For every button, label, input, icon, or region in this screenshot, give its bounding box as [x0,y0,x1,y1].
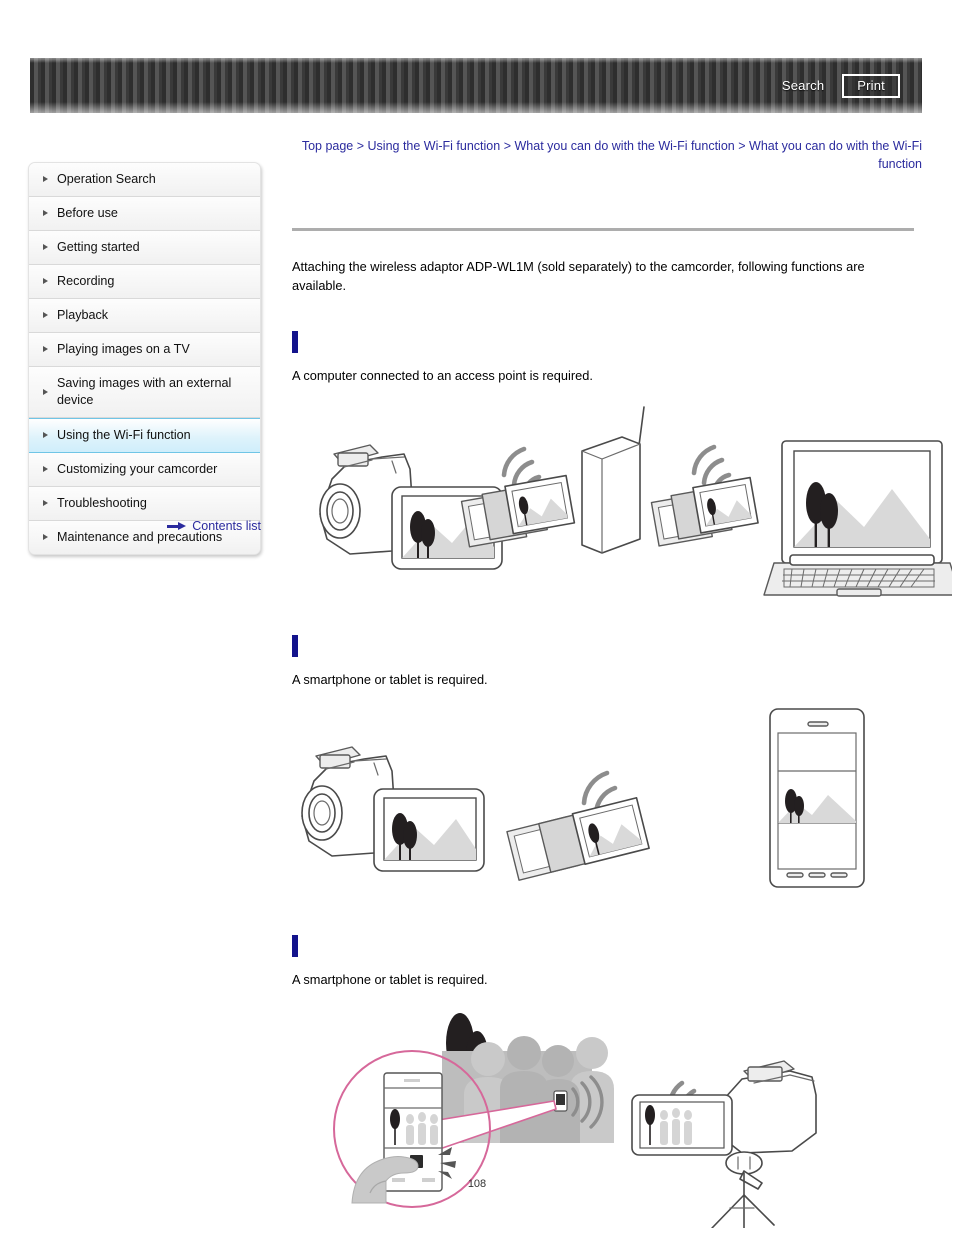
sidebar-item-label: Before use [57,206,118,220]
figure-smartphone-remote-camcorder-tripod [292,1003,914,1228]
toolbar: Search Print [30,58,922,113]
sidebar-item-label: Playback [57,308,109,322]
chevron-right-icon [43,466,48,472]
contents-list-label: Contents list [192,519,261,533]
figure-camcorder-accesspoint-computer [292,399,952,599]
sidebar-item-label: Recording [57,274,115,288]
section-description: A computer connected to an access point … [292,368,593,383]
section-1: A computer connected to an access point … [292,331,952,599]
breadcrumb-item-3: What you can do with the Wi-Fi function [749,139,922,171]
sidebar-item-recording[interactable]: Recording [29,265,260,299]
chevron-right-icon [43,388,48,395]
section-heading-bar [292,331,298,353]
sidebar-item-label: Using the Wi-Fi function [57,428,191,442]
sidebar-item-label: Saving images with an external device [57,376,232,407]
section-heading-bar [292,635,298,657]
breadcrumb-item-0[interactable]: Top page [302,139,353,153]
sidebar-item-getting-started[interactable]: Getting started [29,231,260,265]
sidebar-item-troubleshooting[interactable]: Troubleshooting [29,487,260,521]
breadcrumb-separator: > [738,139,746,153]
breadcrumb: Top page > Using the Wi-Fi function > Wh… [300,137,922,173]
sidebar-item-label: Playing images on a TV [57,342,190,356]
section-description: A smartphone or tablet is required. [292,672,488,687]
chevron-right-icon [43,346,48,352]
sidebar-item-label: Getting started [57,240,140,254]
chevron-right-icon [43,432,48,438]
sidebar-item-operation-search[interactable]: Operation Search [29,163,260,197]
search-button[interactable]: Search [782,78,824,93]
section-2: A smartphone or tablet is required. [292,635,914,899]
sidebar-item-playing-images-on-a-tv[interactable]: Playing images on a TV [29,333,260,367]
chevron-right-icon [43,534,48,540]
divider [292,228,914,231]
sidebar-item-label: Operation Search [57,172,156,186]
smartphone-illustration [769,708,865,888]
main-content: Attaching the wireless adaptor ADP-WL1M … [292,228,952,1228]
camcorder-tripod-illustration [631,1060,817,1228]
breadcrumb-item-2[interactable]: What you can do with the Wi-Fi function [515,139,735,153]
breadcrumb-separator: > [503,139,512,153]
sidebar-item-customizing-your-camcorder[interactable]: Customizing your camcorder [29,453,260,487]
photo-stack-right [650,476,759,547]
section-description: A smartphone or tablet is required. [292,972,488,987]
sidebar: Operation Search Before use Getting star… [28,162,261,555]
page-number: 108 [467,1178,487,1190]
sidebar-item-using-the-wi-fi-function[interactable]: Using the Wi-Fi function [29,418,260,453]
chevron-right-icon [43,244,48,250]
chevron-right-icon [43,500,48,506]
sidebar-item-label: Troubleshooting [57,496,147,510]
print-button[interactable]: Print [842,73,900,98]
sidebar-item-label: Customizing your camcorder [57,462,218,476]
photo-stack [506,796,650,881]
camcorder-illustration [301,746,485,872]
access-point-illustration [581,406,645,554]
sidebar-item-saving-images-with-an-external-device[interactable]: Saving images with an external device [29,367,260,418]
chevron-right-icon [43,278,48,284]
contents-list-link[interactable]: Contents list [28,519,261,533]
sidebar-item-playback[interactable]: Playback [29,299,260,333]
section-heading-bar [292,935,298,957]
chevron-right-icon [43,312,48,318]
chevron-right-icon [43,176,48,182]
intro-paragraph: Attaching the wireless adaptor ADP-WL1M … [292,259,865,293]
breadcrumb-item-1[interactable]: Using the Wi-Fi function [368,139,501,153]
chevron-right-icon [43,210,48,216]
laptop-illustration [763,440,952,597]
figure-camcorder-smartphone [292,703,914,899]
sidebar-item-before-use[interactable]: Before use [29,197,260,231]
breadcrumb-separator: > [356,139,365,153]
arrow-right-icon [167,522,187,530]
